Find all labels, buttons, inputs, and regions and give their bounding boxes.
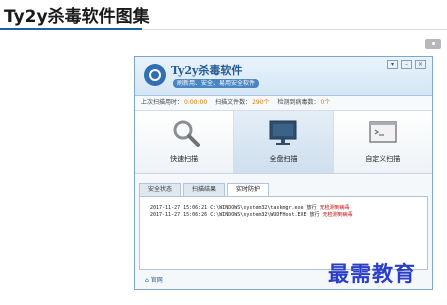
app-window: Ty2y杀毒软件 刷新用、安全、易用安全软件 ▾ – × 上次扫描用时：0:00… <box>134 56 433 290</box>
menu-dropdown-button[interactable]: ▾ <box>387 60 398 69</box>
terminal-window-icon <box>368 121 397 143</box>
custom-scan-label: 自定义扫描 <box>365 155 401 163</box>
scanned-files-label: 扫描文件数： <box>215 99 252 106</box>
quick-scan-button[interactable]: 快速扫描 <box>135 111 235 173</box>
window-header: Ty2y杀毒软件 刷新用、安全、易用安全软件 ▾ – × <box>135 57 432 96</box>
tab-bar: 安全状态 扫描结果 实时防护 <box>139 183 270 196</box>
full-scan-button[interactable]: 全盘扫描 <box>234 111 334 173</box>
threats-value: 0个 <box>320 99 331 106</box>
home-icon[interactable]: ⌂ <box>145 277 149 284</box>
log-entry-text: 2017-11-27 15:06:26 C:\WINDOWS\system32\… <box>150 212 320 218</box>
magnifier-icon <box>173 120 200 147</box>
quick-scan-label: 快速扫描 <box>170 155 199 163</box>
scanned-files-value: 290个 <box>252 99 270 106</box>
last-scan-value: 0:00:00 <box>184 99 208 106</box>
close-button[interactable]: × <box>415 60 426 69</box>
window-controls: ▾ – × <box>387 60 426 69</box>
log-entry: 2017-11-27 15:06:26 C:\WINDOWS\system32\… <box>150 212 417 219</box>
watermark: 最需教育 <box>328 261 416 286</box>
log-entry-result: 无检测到病毒 <box>319 205 350 211</box>
full-scan-label: 全盘扫描 <box>269 155 298 163</box>
minimize-button[interactable]: – <box>401 60 412 69</box>
monitor-icon <box>269 120 297 145</box>
app-subtitle: 刷新用、安全、易用安全软件 <box>173 79 260 88</box>
tab-scan-results[interactable]: 扫描结果 <box>183 183 226 196</box>
scan-actions: 快速扫描 全盘扫描 自定义扫描 <box>135 111 432 174</box>
tab-realtime-protection[interactable]: 实时防护 <box>227 183 270 196</box>
log-entry-result: 无检测到病毒 <box>322 212 353 218</box>
corner-menu-button[interactable] <box>425 39 441 49</box>
custom-scan-button[interactable]: 自定义扫描 <box>333 111 432 173</box>
scan-status-bar: 上次扫描用时：0:00:00 扫描文件数：290个 检测到病毒数：0个 <box>135 96 432 111</box>
app-logo-icon <box>144 64 166 86</box>
app-name: Ty2y杀毒软件 <box>171 64 243 77</box>
threats-label: 检测到病毒数： <box>277 99 320 106</box>
log-entry-text: 2017-11-27 15:06:21 C:\WINDOWS\system32\… <box>150 205 317 211</box>
home-link[interactable]: 官网 <box>151 277 163 284</box>
tab-security-status[interactable]: 安全状态 <box>139 183 182 196</box>
dot-icon <box>431 42 435 45</box>
last-scan-label: 上次扫描用时： <box>141 99 184 106</box>
log-entry: 2017-11-27 15:06:21 C:\WINDOWS\system32\… <box>150 205 417 212</box>
title-accent-underline <box>0 28 142 30</box>
page-title: Ty2y杀毒软件图集 <box>4 7 150 27</box>
